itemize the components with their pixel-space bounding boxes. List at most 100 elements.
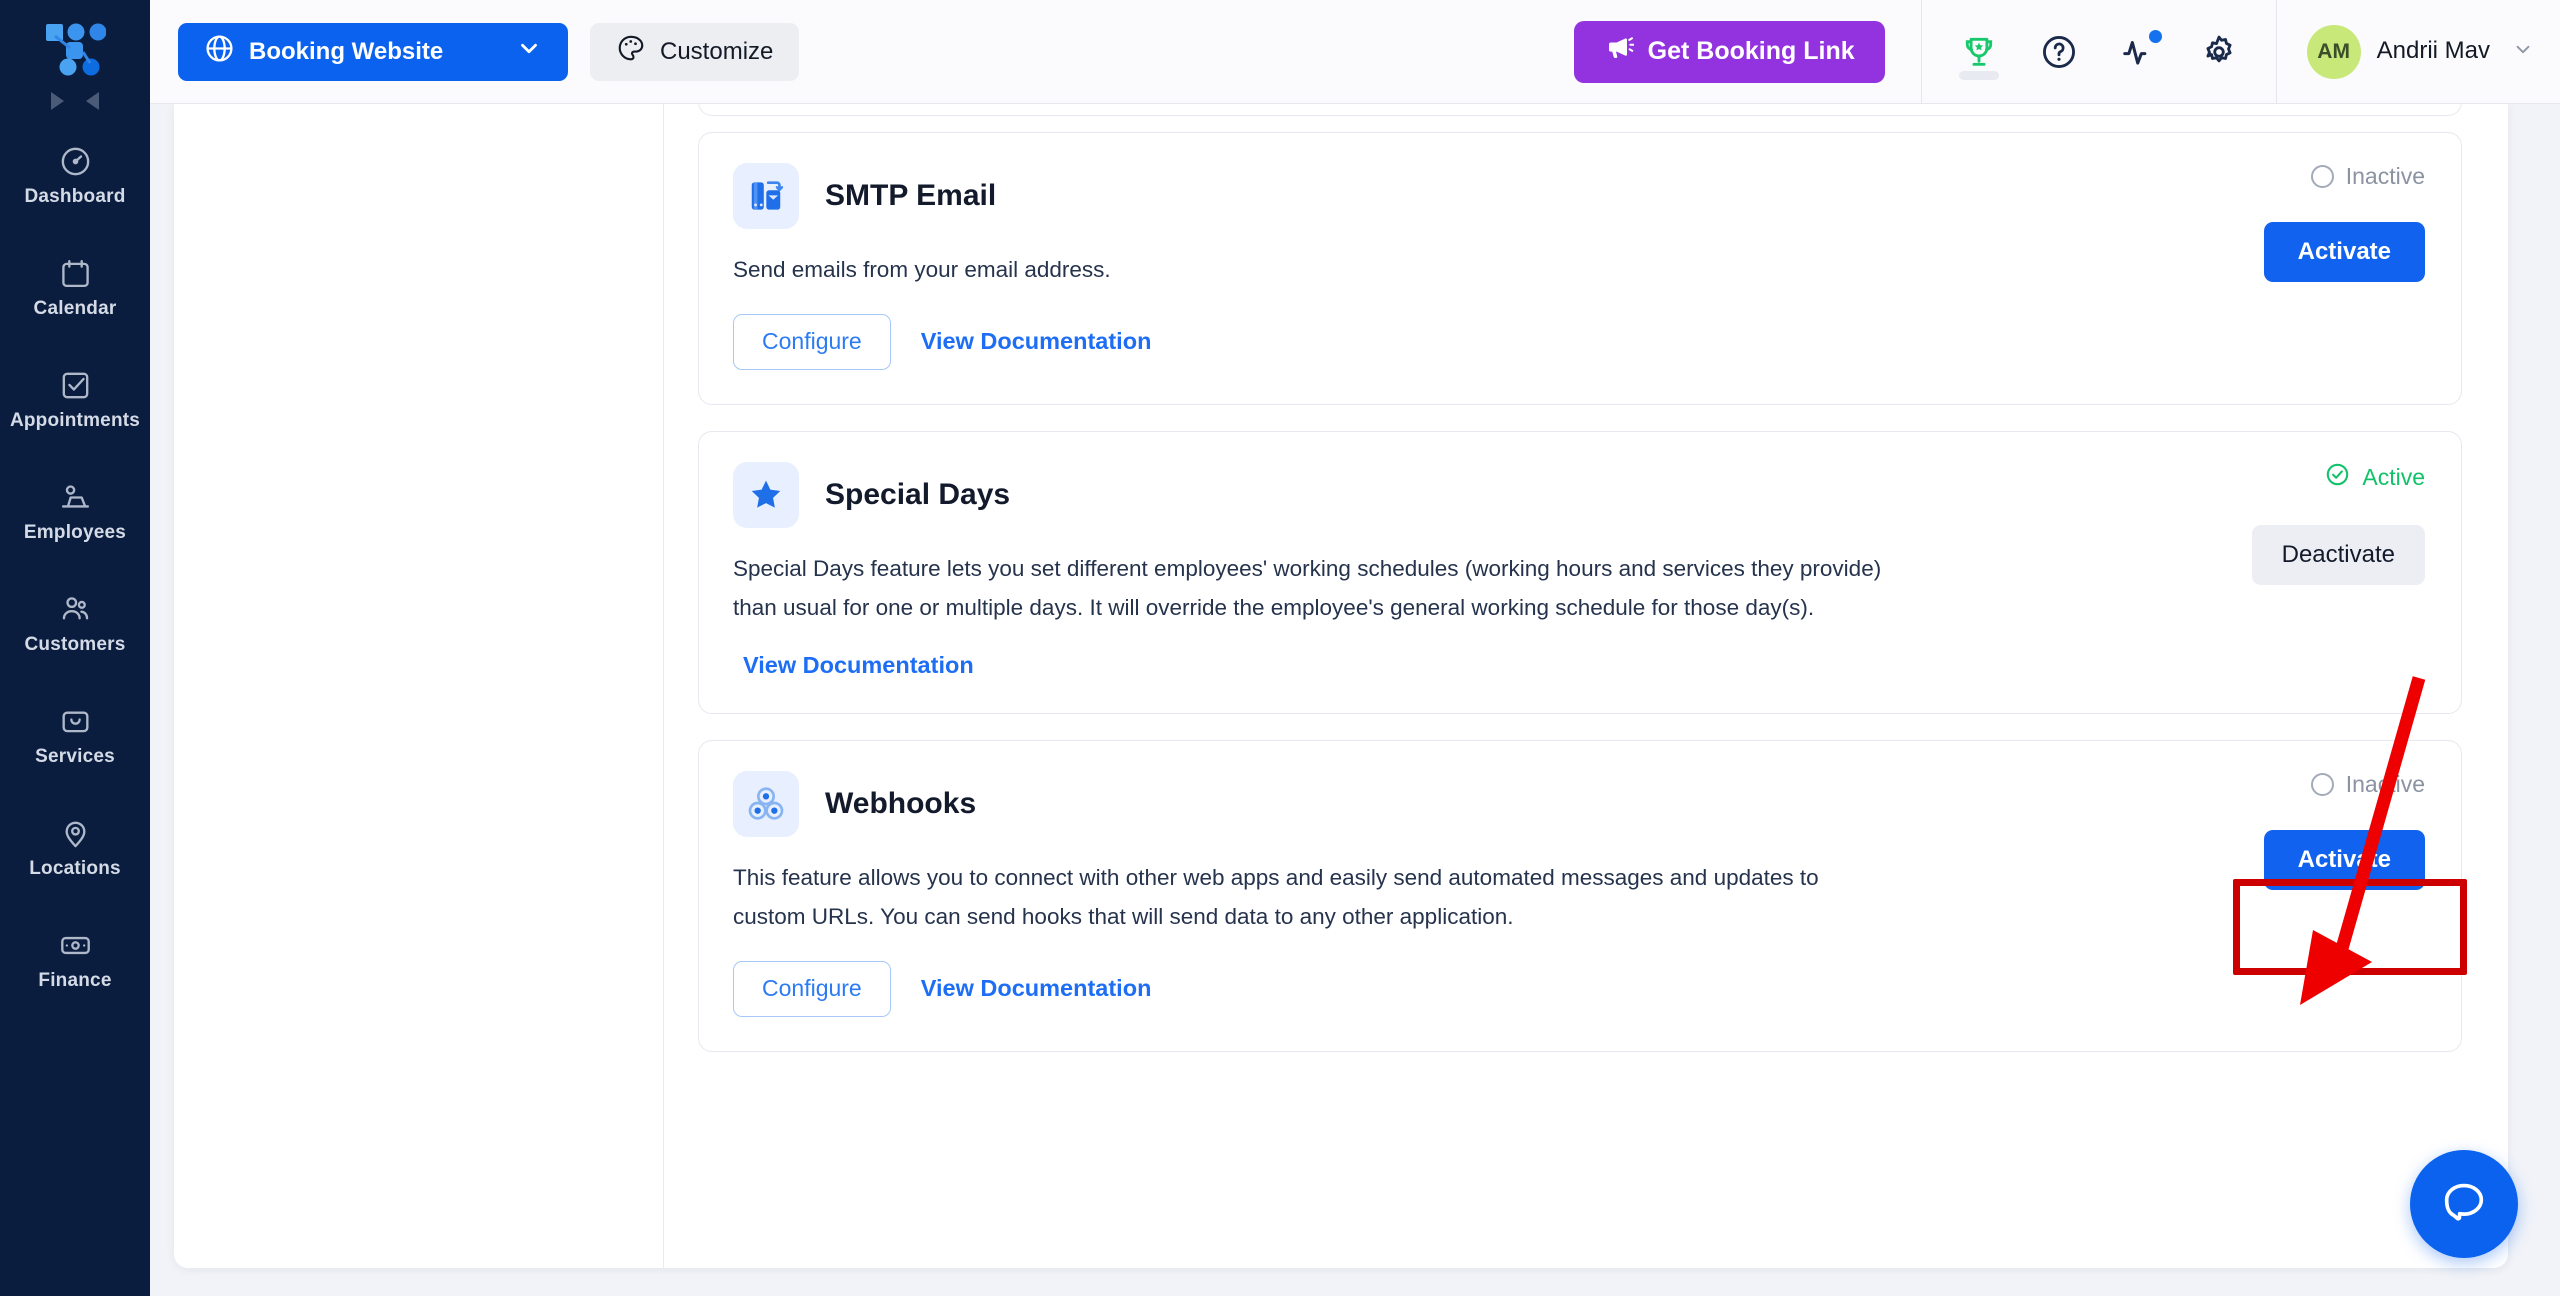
feature-card-smtp-email: SMTP Email Send emails from your email a… bbox=[698, 132, 2462, 405]
view-documentation-link[interactable]: View Documentation bbox=[911, 328, 1162, 355]
megaphone-icon bbox=[1604, 33, 1635, 70]
deactivate-button[interactable]: Deactivate bbox=[2251, 524, 2425, 585]
card-action-row: Configure View Documentation bbox=[733, 960, 2185, 1017]
status-badge: Active bbox=[2325, 462, 2425, 493]
feature-title: Special Days bbox=[825, 477, 1011, 511]
status-label: Inactive bbox=[2345, 770, 2425, 797]
sidebar-item-employees[interactable]: Employees bbox=[0, 466, 150, 558]
app-root: Dashboard Calendar Appointments Employee… bbox=[0, 0, 2560, 1296]
mail-server-icon bbox=[733, 163, 799, 229]
sidebar-item-dashboard[interactable]: Dashboard bbox=[0, 130, 150, 222]
sidebar-item-appointments[interactable]: Appointments bbox=[0, 354, 150, 446]
app-logo-icon[interactable] bbox=[40, 18, 110, 80]
sidebar-item-label: Locations bbox=[29, 858, 121, 879]
calendar-icon bbox=[58, 256, 92, 290]
sidebar-item-label: Calendar bbox=[33, 298, 117, 319]
feature-card-webhooks: Webhooks This feature allows you to conn… bbox=[698, 739, 2467, 1052]
gear-icon[interactable] bbox=[2194, 20, 2244, 84]
sidebar-item-customers[interactable]: Customers bbox=[0, 578, 150, 670]
feature-card-special-days: Special Days Special Days feature lets y… bbox=[698, 430, 2462, 714]
feature-description: Send emails from your email address. bbox=[733, 257, 1111, 282]
customize-label: Customize bbox=[660, 37, 774, 65]
speedometer-icon bbox=[58, 144, 92, 178]
status-badge: Inactive bbox=[2310, 770, 2425, 798]
webhooks-nodes-icon bbox=[733, 770, 799, 837]
configure-button[interactable]: Configure bbox=[733, 313, 891, 370]
card-header: Special Days bbox=[733, 461, 2185, 528]
sidebar-item-services[interactable]: Services bbox=[0, 690, 150, 782]
booking-website-dropdown[interactable]: Booking Website bbox=[178, 22, 568, 81]
feature-title: Webhooks bbox=[825, 786, 977, 820]
sidebar-item-label: Customers bbox=[24, 634, 126, 655]
top-header: Booking Website Customize Get Booking Li… bbox=[150, 0, 2560, 104]
status-label: Active bbox=[2362, 463, 2425, 490]
chat-bubble-icon bbox=[2438, 1176, 2490, 1233]
booking-website-label: Booking Website bbox=[249, 37, 444, 65]
feature-description: Special Days feature lets you set differ… bbox=[733, 555, 1882, 620]
status-circle-icon bbox=[2310, 772, 2334, 796]
star-icon bbox=[733, 461, 799, 528]
sidebar-item-locations[interactable]: Locations bbox=[0, 802, 150, 894]
card-status-actions: Inactive Activate bbox=[2205, 163, 2425, 370]
users-group-icon bbox=[58, 592, 92, 626]
globe-icon bbox=[204, 33, 235, 71]
card-body: SMTP Email Send emails from your email a… bbox=[733, 163, 2185, 370]
help-chat-button[interactable] bbox=[2410, 1150, 2518, 1258]
checkbox-square-icon bbox=[58, 368, 92, 402]
card-action-row: View Documentation bbox=[733, 652, 2185, 679]
card-status-actions: Active Deactivate bbox=[2205, 462, 2425, 679]
features-list: SMTP Email Send emails from your email a… bbox=[664, 104, 2508, 1268]
triangle-left-icon[interactable] bbox=[86, 92, 99, 110]
previous-feature-card-partial bbox=[698, 104, 2462, 132]
view-documentation-link[interactable]: View Documentation bbox=[911, 975, 1162, 1002]
palette-icon bbox=[616, 33, 646, 70]
activate-button[interactable]: Activate bbox=[2263, 222, 2425, 282]
card-action-row: Configure View Documentation bbox=[733, 313, 2185, 370]
help-circle-icon[interactable] bbox=[2034, 20, 2084, 84]
get-booking-link-label: Get Booking Link bbox=[1647, 37, 1855, 65]
feature-description: This feature allows you to connect with … bbox=[733, 864, 1819, 929]
avatar: AM bbox=[2306, 24, 2361, 79]
trophy-icon[interactable] bbox=[1954, 20, 2004, 84]
trophy-active-indicator bbox=[1958, 70, 1999, 80]
sidebar-collapse-controls[interactable] bbox=[51, 92, 99, 110]
triangle-right-icon[interactable] bbox=[51, 92, 64, 110]
sidebar-item-finance[interactable]: Finance bbox=[0, 914, 150, 1006]
card-header: SMTP Email bbox=[733, 163, 2185, 229]
sidebar-item-calendar[interactable]: Calendar bbox=[0, 242, 150, 334]
sidebar-item-label: Appointments bbox=[9, 410, 141, 431]
chevron-down-icon bbox=[516, 35, 542, 68]
activity-pulse-icon[interactable] bbox=[2114, 20, 2164, 84]
content-panel: SMTP Email Send emails from your email a… bbox=[174, 104, 2508, 1268]
user-menu[interactable]: AM Andrii Mav bbox=[2277, 24, 2534, 79]
settings-nav-panel bbox=[174, 104, 664, 1268]
toolbox-icon bbox=[58, 704, 92, 738]
chevron-down-icon bbox=[2512, 38, 2534, 66]
sidebar-item-label: Dashboard bbox=[24, 186, 126, 207]
status-label: Inactive bbox=[2345, 163, 2425, 189]
view-documentation-link[interactable]: View Documentation bbox=[733, 652, 984, 679]
customize-button[interactable]: Customize bbox=[590, 22, 800, 81]
card-body: Special Days Special Days feature lets y… bbox=[733, 461, 2185, 679]
card-body: Webhooks This feature allows you to conn… bbox=[733, 770, 2185, 1017]
feature-title: SMTP Email bbox=[825, 179, 997, 212]
sidebar-item-label: Finance bbox=[38, 970, 112, 991]
user-name: Andrii Mav bbox=[2376, 37, 2490, 65]
status-circle-icon bbox=[2310, 165, 2334, 188]
employee-desk-icon bbox=[58, 480, 92, 514]
page-body: SMTP Email Send emails from your email a… bbox=[150, 104, 2560, 1296]
map-pin-icon bbox=[58, 816, 92, 850]
sidebar-item-label: Employees bbox=[23, 522, 127, 543]
check-circle-icon bbox=[2325, 462, 2350, 493]
configure-button[interactable]: Configure bbox=[733, 960, 891, 1017]
card-header: Webhooks bbox=[733, 770, 2185, 837]
get-booking-link-button[interactable]: Get Booking Link bbox=[1573, 20, 1885, 83]
sidebar-item-label: Services bbox=[35, 746, 115, 767]
notification-badge bbox=[2148, 29, 2162, 43]
status-badge: Inactive bbox=[2310, 163, 2425, 190]
banknote-icon bbox=[58, 928, 92, 962]
annotation-highlight-box bbox=[2233, 878, 2467, 975]
main-sidebar: Dashboard Calendar Appointments Employee… bbox=[0, 0, 150, 1296]
header-icon-group bbox=[1920, 0, 2277, 104]
right-column: Booking Website Customize Get Booking Li… bbox=[150, 0, 2560, 1296]
